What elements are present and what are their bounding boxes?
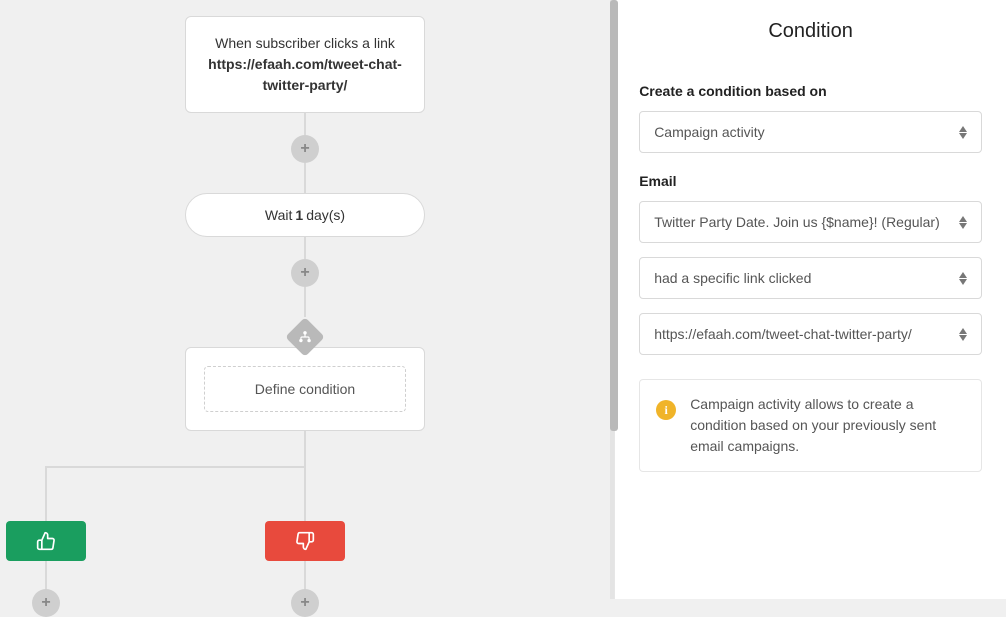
basis-label: Create a condition based on — [639, 83, 982, 99]
trigger-node[interactable]: When subscriber clicks a link https://ef… — [185, 16, 425, 113]
connector-line — [304, 113, 306, 135]
panel-title: Condition — [639, 20, 982, 43]
condition-diamond-icon — [291, 317, 319, 357]
thumbs-up-icon — [36, 531, 56, 551]
trigger-prefix: When subscriber clicks a link — [215, 35, 395, 51]
add-step-no-branch[interactable]: + — [291, 589, 319, 617]
trigger-url: https://efaah.com/tweet-chat-twitter-par… — [208, 56, 402, 93]
link-select[interactable]: https://efaah.com/tweet-chat-twitter-par… — [639, 313, 982, 355]
condition-panel: Condition Create a condition based on Ca… — [614, 0, 1006, 599]
scrollbar-thumb[interactable] — [610, 0, 618, 431]
select-chevrons-icon — [959, 216, 967, 229]
connector-line — [304, 287, 306, 317]
email-select[interactable]: Twitter Party Date. Join us {$name}! (Re… — [639, 201, 982, 243]
email-select-value: Twitter Party Date. Join us {$name}! (Re… — [654, 214, 940, 230]
right-panel-wrap: Condition Create a condition based on Ca… — [610, 0, 1006, 599]
action-select-value: had a specific link clicked — [654, 270, 811, 286]
connector-line — [304, 237, 306, 259]
basis-select[interactable]: Campaign activity — [639, 111, 982, 153]
branch-no-button[interactable] — [265, 521, 345, 561]
condition-node[interactable]: Define condition — [185, 347, 425, 431]
panel-scrollbar[interactable] — [610, 0, 614, 599]
info-callout: i Campaign activity allows to create a c… — [639, 379, 982, 472]
info-icon: i — [656, 400, 676, 420]
basis-select-value: Campaign activity — [654, 124, 765, 140]
branch-split: + + — [0, 431, 610, 601]
delay-node[interactable]: Wait 1 day(s) — [185, 193, 425, 237]
wait-value: 1 — [295, 207, 303, 223]
wait-prefix: Wait — [265, 207, 292, 223]
select-chevrons-icon — [959, 328, 967, 341]
workflow-column: When subscriber clicks a link https://ef… — [0, 0, 610, 601]
branch-yes-button[interactable] — [6, 521, 86, 561]
action-select[interactable]: had a specific link clicked — [639, 257, 982, 299]
thumbs-down-icon — [295, 531, 315, 551]
define-condition-label: Define condition — [255, 381, 355, 397]
select-chevrons-icon — [959, 126, 967, 139]
add-step-button-2[interactable]: + — [291, 259, 319, 287]
branch-connector-lines — [0, 431, 610, 601]
connector-line — [304, 163, 306, 193]
define-condition-area[interactable]: Define condition — [204, 366, 406, 412]
workflow-canvas[interactable]: When subscriber clicks a link https://ef… — [0, 0, 610, 599]
link-select-value: https://efaah.com/tweet-chat-twitter-par… — [654, 326, 912, 342]
email-label: Email — [639, 173, 982, 189]
select-chevrons-icon — [959, 272, 967, 285]
add-step-button-1[interactable]: + — [291, 135, 319, 163]
wait-suffix: day(s) — [306, 207, 345, 223]
app-root: When subscriber clicks a link https://ef… — [0, 0, 1006, 599]
info-text: Campaign activity allows to create a con… — [690, 394, 965, 457]
add-step-yes-branch[interactable]: + — [32, 589, 60, 617]
